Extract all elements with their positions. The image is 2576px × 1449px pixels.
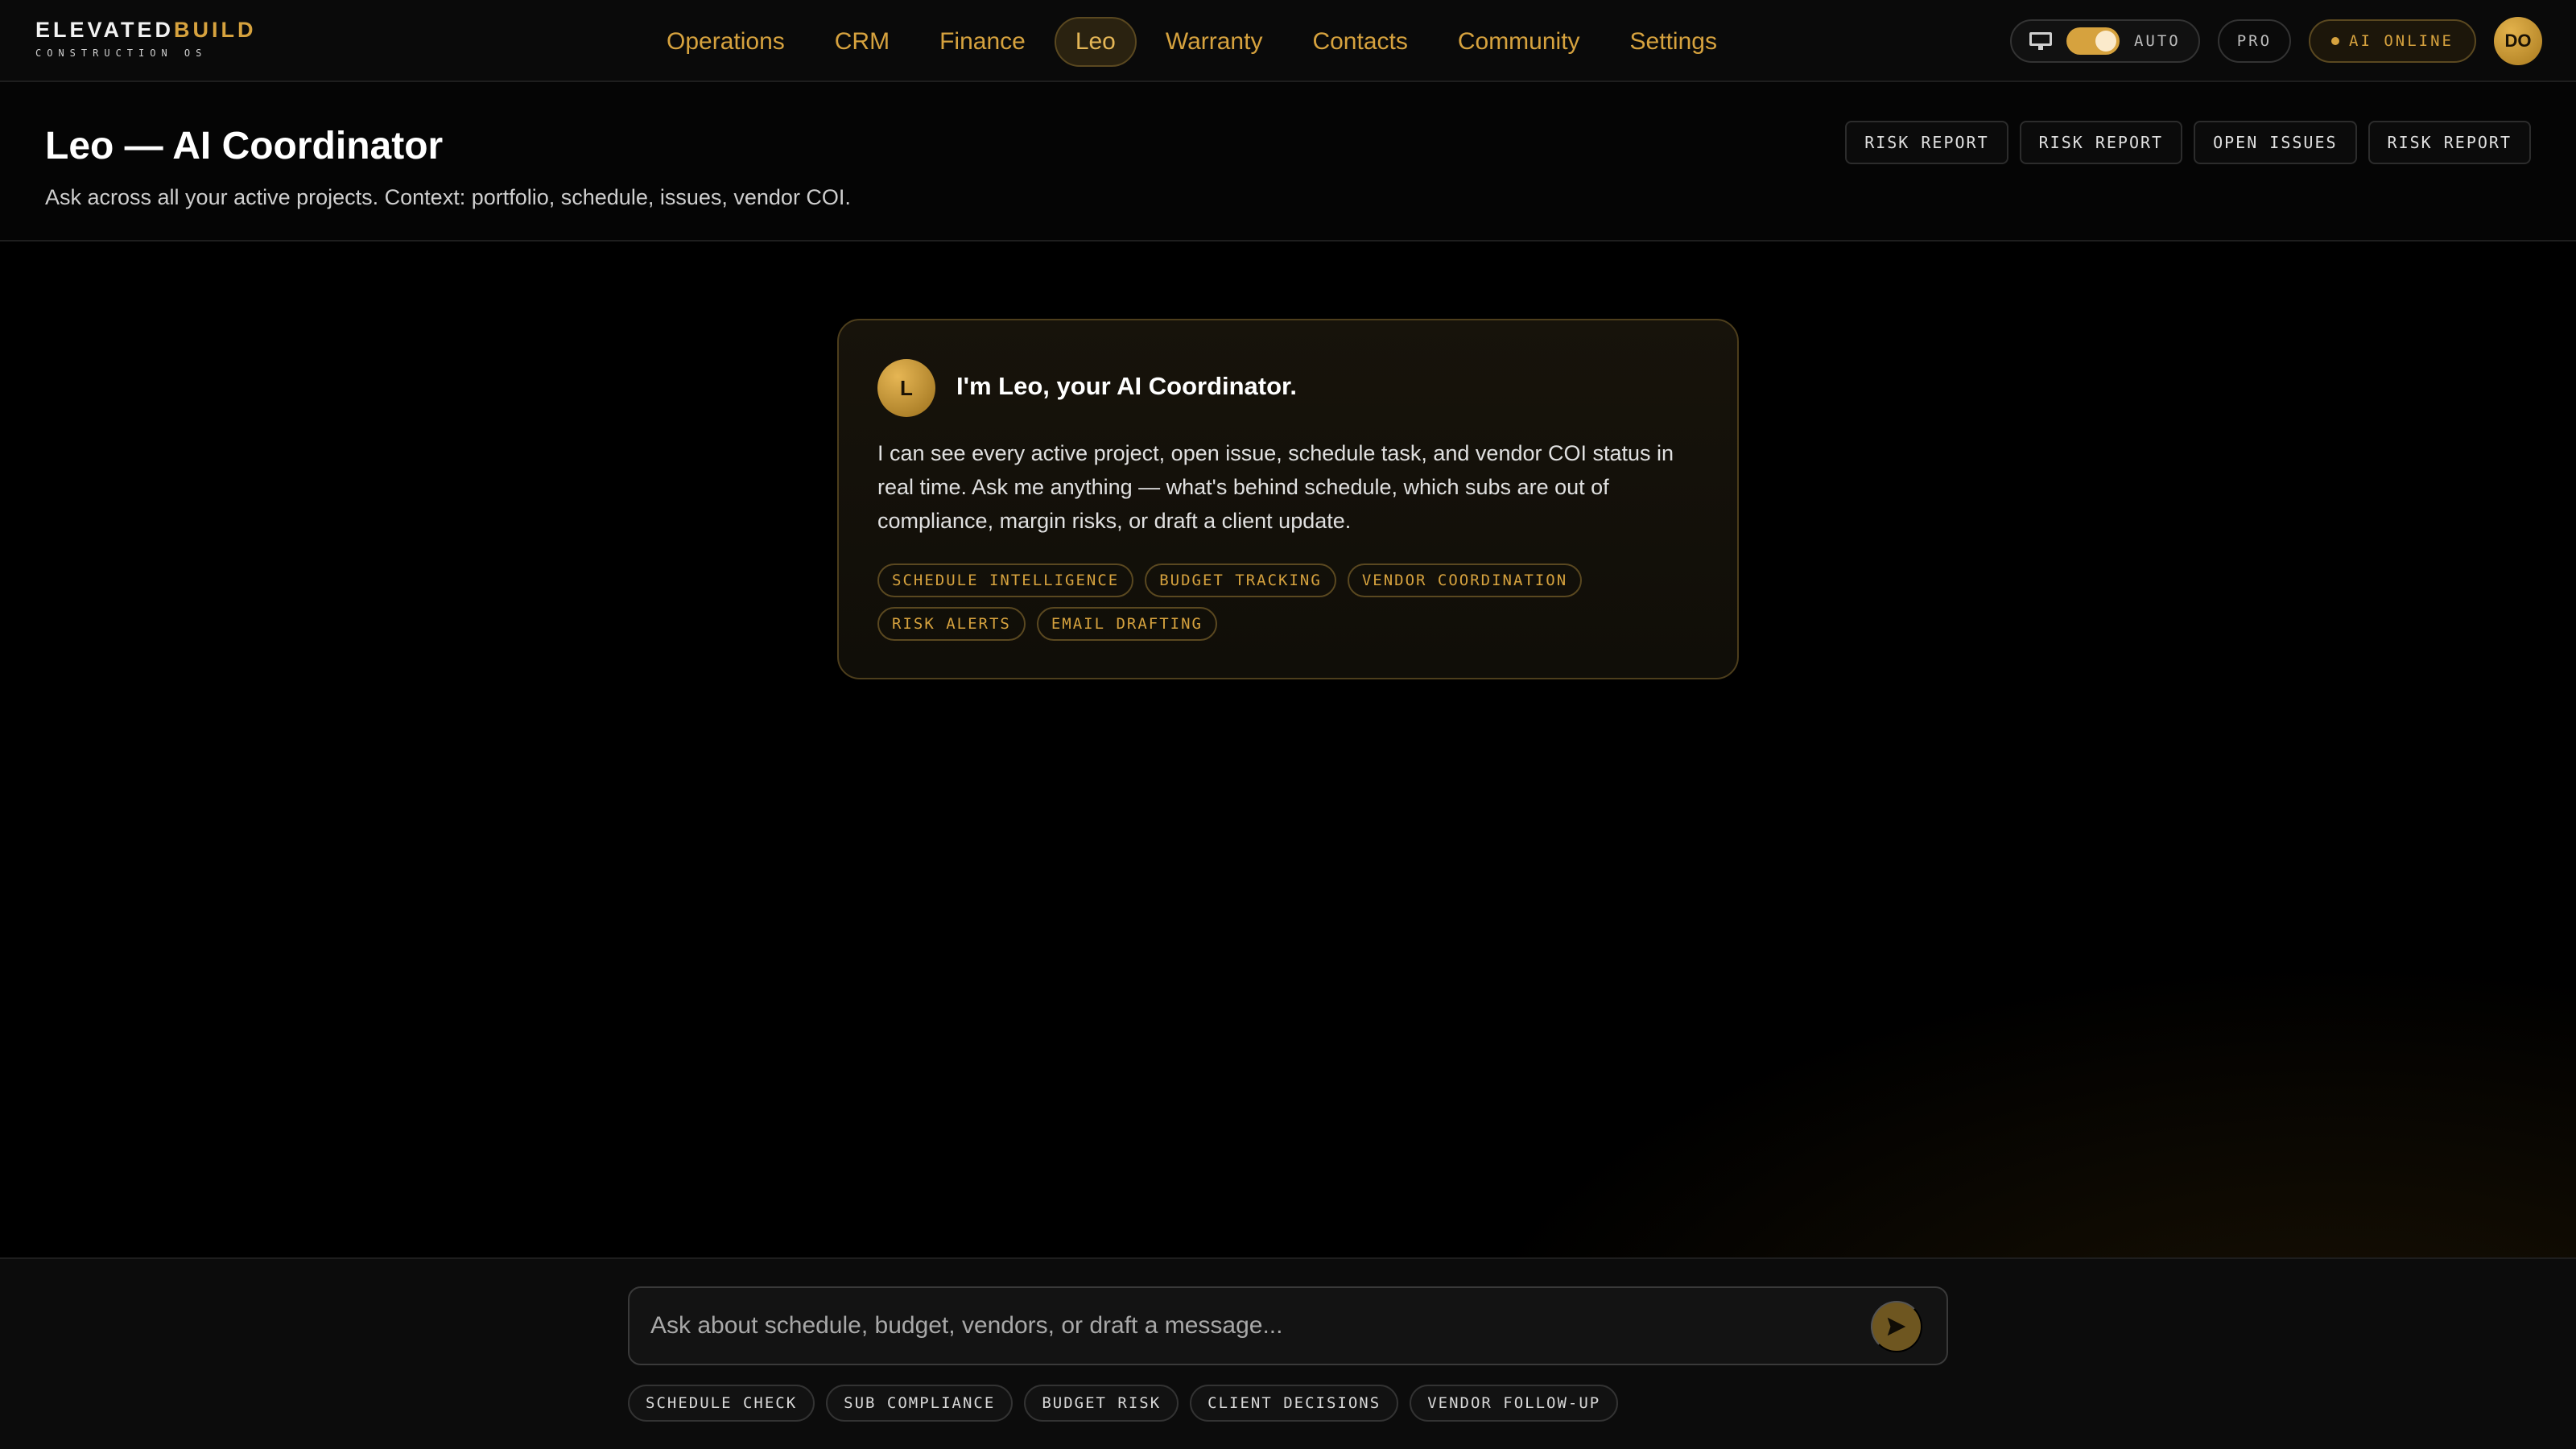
capability-tag: EMAIL DRAFTING	[1036, 607, 1217, 641]
quick-prompts: SCHEDULE CHECK SUB COMPLIANCE BUDGET RIS…	[628, 1385, 1619, 1422]
risk-report-button[interactable]: RISK REPORT	[1845, 121, 2008, 164]
send-icon	[1887, 1317, 1906, 1336]
nav-item-finance[interactable]: Finance	[919, 17, 1046, 67]
capability-tag: RISK ALERTS	[877, 607, 1026, 641]
toggle-knob	[2095, 31, 2116, 52]
ai-status-label: AI ONLINE	[2349, 32, 2454, 50]
display-mode-label: AUTO	[2133, 32, 2181, 50]
header-controls: AUTO PRO AI ONLINE DO	[2009, 17, 2542, 65]
quick-prompt-client-decisions[interactable]: CLIENT DECISIONS	[1190, 1385, 1399, 1422]
top-navigation-bar: ELEVATEDBUILD CONSTRUCTION OS Operations…	[0, 0, 2576, 82]
plan-badge[interactable]: PRO	[2217, 19, 2292, 63]
ai-status-badge[interactable]: AI ONLINE	[2309, 19, 2476, 63]
capability-tag: BUDGET TRACKING	[1145, 564, 1336, 597]
message-input[interactable]	[631, 1290, 1839, 1362]
brand-name-primary: ELEVATED	[35, 18, 175, 42]
nav-item-leo[interactable]: Leo	[1054, 17, 1137, 67]
open-issues-button[interactable]: OPEN ISSUES	[2194, 121, 2357, 164]
brand-name: ELEVATEDBUILD	[35, 18, 257, 43]
quick-prompt-sub-compliance[interactable]: SUB COMPLIANCE	[826, 1385, 1013, 1422]
quick-prompt-vendor-follow-up[interactable]: VENDOR FOLLOW-UP	[1410, 1385, 1619, 1422]
risk-report-button[interactable]: RISK REPORT	[2368, 121, 2531, 164]
send-button[interactable]	[1871, 1301, 1922, 1352]
message-composer	[628, 1286, 1948, 1365]
plan-label: PRO	[2236, 32, 2273, 50]
header-actions: RISK REPORT RISK REPORT OPEN ISSUES RISK…	[1845, 121, 2531, 164]
display-mode-toggle[interactable]	[2066, 27, 2120, 55]
main-nav: Operations CRM Finance Leo Warranty Cont…	[646, 16, 1738, 68]
quick-prompt-schedule-check[interactable]: SCHEDULE CHECK	[628, 1385, 815, 1422]
nav-item-contacts[interactable]: Contacts	[1291, 17, 1428, 67]
display-mode-control[interactable]: AUTO	[2009, 19, 2200, 63]
brand-name-accent: BUILD	[174, 18, 257, 42]
brand-tagline: CONSTRUCTION OS	[35, 47, 208, 59]
nav-item-crm[interactable]: CRM	[814, 17, 910, 67]
nav-item-operations[interactable]: Operations	[646, 17, 806, 67]
leo-avatar: L	[877, 359, 935, 417]
page-header: Leo — AI Coordinator Ask across all your…	[0, 82, 2576, 242]
page-subtitle: Ask across all your active projects. Con…	[45, 185, 851, 209]
page-title: Leo — AI Coordinator	[45, 125, 444, 167]
nav-item-settings[interactable]: Settings	[1609, 17, 1738, 67]
welcome-body: I can see every active project, open iss…	[877, 441, 1674, 533]
user-avatar[interactable]: DO	[2494, 17, 2542, 65]
capability-tag: SCHEDULE INTELLIGENCE	[877, 564, 1134, 597]
capability-tag: VENDOR COORDINATION	[1347, 564, 1583, 597]
brand-logo[interactable]: ELEVATEDBUILD CONSTRUCTION OS	[35, 18, 257, 59]
composer-bar: SCHEDULE CHECK SUB COMPLIANCE BUDGET RIS…	[0, 1257, 2576, 1449]
quick-prompt-budget-risk[interactable]: BUDGET RISK	[1024, 1385, 1179, 1422]
nav-item-warranty[interactable]: Warranty	[1145, 17, 1284, 67]
nav-item-community[interactable]: Community	[1437, 17, 1601, 67]
capability-tags: SCHEDULE INTELLIGENCE BUDGET TRACKING VE…	[877, 564, 1699, 641]
monitor-icon	[2029, 32, 2052, 50]
risk-report-button[interactable]: RISK REPORT	[2019, 121, 2183, 164]
welcome-title: I'm Leo, your AI Coordinator.	[956, 372, 1298, 400]
status-dot-icon	[2331, 37, 2340, 45]
leo-welcome-card: L I'm Leo, your AI Coordinator. I can se…	[837, 319, 1739, 679]
